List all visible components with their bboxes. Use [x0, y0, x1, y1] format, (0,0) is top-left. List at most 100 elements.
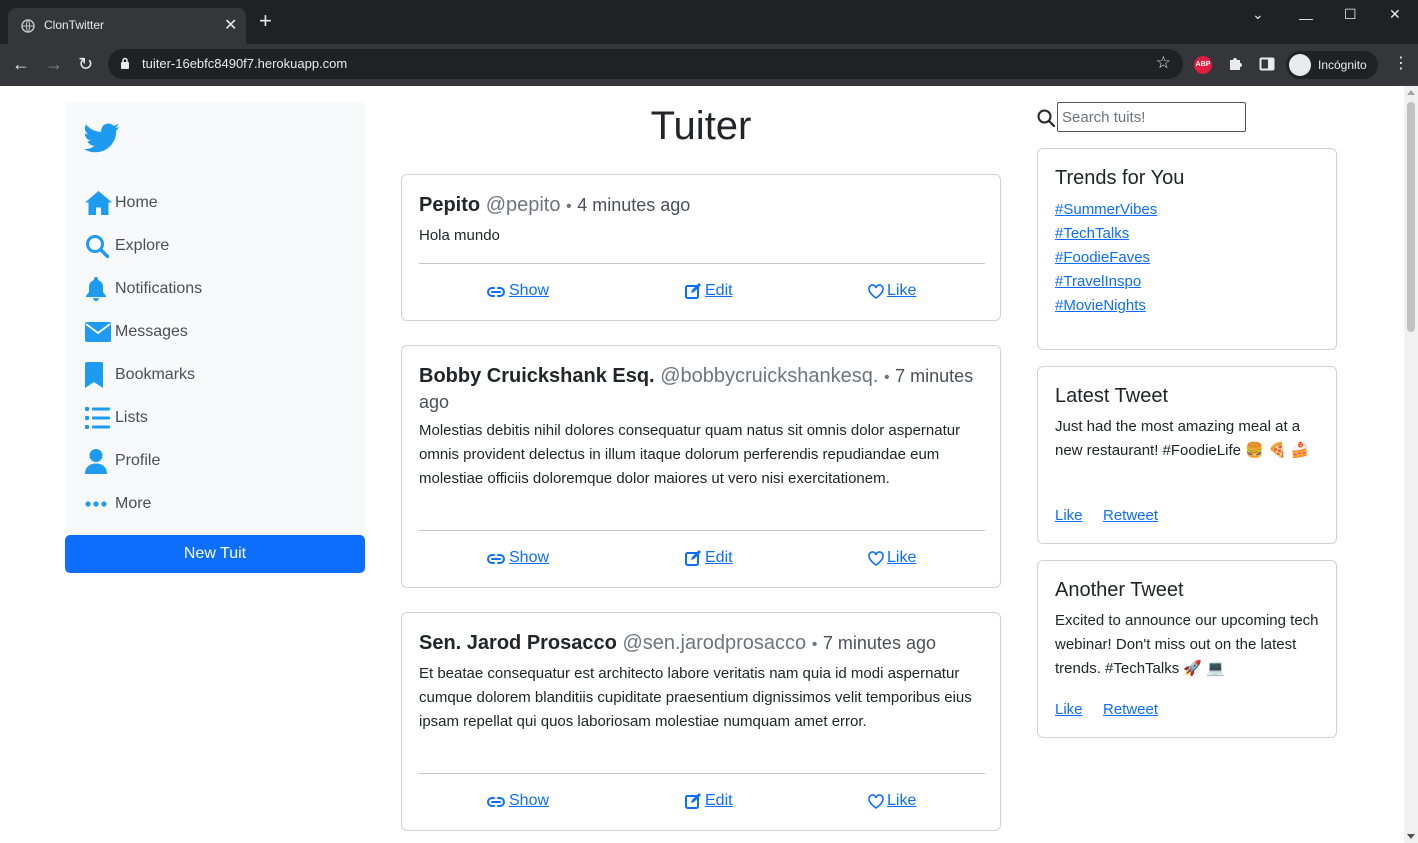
sidebar-item-label: Lists: [115, 409, 148, 426]
heart-icon: [868, 793, 884, 809]
menu-kebab-icon[interactable]: ⋮: [1393, 53, 1409, 75]
show-link[interactable]: Show: [486, 792, 549, 810]
sidebar-item-profile[interactable]: Profile: [85, 446, 160, 476]
search-icon: [86, 235, 109, 258]
back-icon[interactable]: ←: [12, 53, 30, 75]
sidebar-item-label: Profile: [115, 452, 161, 469]
scroll-up-arrow-icon[interactable]: [1407, 90, 1415, 95]
latest-tweet-card: Latest Tweet Just had the most amazing m…: [1037, 366, 1337, 544]
maximize-icon[interactable]: ☐: [1344, 6, 1357, 23]
scrollbar-thumb[interactable]: [1407, 102, 1415, 332]
edit-icon: [685, 793, 701, 809]
trend-link[interactable]: #MovieNights: [1055, 297, 1146, 314]
more-icon: [85, 501, 107, 507]
tuit-handle: @bobbycruickshankesq.: [660, 365, 879, 387]
sidebar-item-messages[interactable]: Messages: [85, 317, 188, 347]
latest-tweet-text: Just had the most amazing meal at a new …: [1055, 418, 1310, 459]
page-scrollbar[interactable]: [1404, 86, 1418, 843]
page-content: Home Explore Notifications Messages Book…: [0, 86, 1404, 843]
reload-icon[interactable]: ↻: [78, 53, 93, 75]
list-icon: [85, 407, 110, 429]
browser-tab[interactable]: ClonTwitter ✕: [8, 8, 246, 44]
sidebar-item-more[interactable]: More: [85, 489, 151, 519]
link-icon: [487, 287, 505, 297]
tuit-author: Pepito: [419, 194, 481, 216]
search-input[interactable]: [1057, 102, 1246, 132]
sidebar-item-home[interactable]: Home: [85, 188, 158, 218]
like-link[interactable]: Like: [868, 792, 916, 810]
tuit-separator: •: [566, 198, 572, 215]
edit-link[interactable]: Edit: [685, 792, 733, 810]
like-link[interactable]: Like: [868, 282, 916, 300]
trend-link[interactable]: #SummerVibes: [1055, 201, 1157, 218]
tuit-separator: •: [811, 636, 818, 653]
forward-icon[interactable]: →: [45, 53, 63, 75]
edit-icon: [685, 550, 701, 566]
tuit-divider: [419, 773, 985, 774]
sidebar-item-lists[interactable]: Lists: [85, 403, 148, 433]
heart-icon: [868, 283, 884, 299]
retweet-link[interactable]: Retweet: [1103, 701, 1158, 718]
close-window-icon[interactable]: ✕: [1389, 6, 1401, 23]
tuit-time: 7 minutes ago: [822, 633, 936, 653]
sidebar-item-label: Notifications: [115, 280, 203, 297]
browser-toolbar: ← → ↻ tuiter-16ebfc8490f7.herokuapp.com …: [0, 44, 1418, 86]
close-tab-icon[interactable]: ✕: [224, 15, 237, 35]
person-icon: [85, 448, 107, 474]
sidebar: Home Explore Notifications Messages Book…: [65, 102, 365, 535]
show-link[interactable]: Show: [486, 282, 549, 300]
puzzle-icon[interactable]: [1227, 56, 1243, 72]
trend-link[interactable]: #TechTalks: [1055, 225, 1129, 242]
tuit-divider: [419, 530, 985, 531]
show-label: Show: [509, 792, 550, 809]
show-label: Show: [509, 282, 550, 299]
retweet-link[interactable]: Retweet: [1103, 507, 1158, 524]
sidebar-item-label: Messages: [115, 323, 188, 340]
globe-icon: [21, 19, 35, 33]
new-tab-icon[interactable]: +: [259, 10, 272, 32]
new-tuit-button[interactable]: New Tuit: [65, 535, 365, 573]
bookmark-star-icon[interactable]: ☆: [1156, 53, 1171, 73]
adblock-extension-icon[interactable]: ABP: [1194, 56, 1212, 74]
edit-link[interactable]: Edit: [685, 282, 733, 300]
show-label: Show: [509, 549, 550, 566]
tuit-header: Bobby Cruickshank Esq. @bobbycruickshank…: [419, 364, 985, 415]
address-bar[interactable]: tuiter-16ebfc8490f7.herokuapp.com ☆: [108, 49, 1183, 79]
minimize-icon[interactable]: —: [1299, 10, 1313, 26]
chevron-down-icon[interactable]: ⌄: [1252, 6, 1264, 23]
like-link[interactable]: Like: [1055, 507, 1083, 524]
like-label: Like: [887, 792, 917, 809]
another-tweet-text: Excited to announce our upcoming tech we…: [1055, 612, 1319, 677]
envelope-icon: [85, 322, 111, 342]
tab-title: ClonTwitter: [44, 18, 105, 32]
sidebar-item-label: More: [115, 495, 152, 512]
browser-tab-bar: ClonTwitter ✕ + ⌄ — ☐ ✕: [0, 0, 1418, 44]
incognito-profile-button[interactable]: Incógnito: [1286, 51, 1378, 79]
twitter-logo-icon[interactable]: [82, 120, 122, 156]
another-tweet-title: Another Tweet: [1055, 579, 1184, 601]
show-link[interactable]: Show: [486, 549, 549, 567]
page-title: Tuiter: [650, 104, 752, 148]
side-panel-icon[interactable]: [1259, 56, 1275, 72]
tuit-card: Bobby Cruickshank Esq. @bobbycruickshank…: [401, 345, 1001, 588]
tuit-handle: @sen.jarodprosacco: [622, 632, 807, 654]
sidebar-item-notifications[interactable]: Notifications: [85, 274, 202, 304]
sidebar-item-label: Explore: [115, 237, 170, 254]
scroll-down-arrow-icon[interactable]: [1407, 834, 1415, 839]
sidebar-item-bookmarks[interactable]: Bookmarks: [85, 360, 195, 390]
trend-link[interactable]: #FoodieFaves: [1055, 249, 1150, 266]
edit-link[interactable]: Edit: [685, 549, 733, 567]
sidebar-item-explore[interactable]: Explore: [85, 231, 169, 261]
like-link[interactable]: Like: [1055, 701, 1083, 718]
like-link[interactable]: Like: [868, 549, 916, 567]
tuit-card: Sen. Jarod Prosacco @sen.jarodprosacco •…: [401, 612, 1001, 831]
sidebar-item-label: Bookmarks: [115, 366, 196, 383]
trend-link[interactable]: #TravelInspo: [1055, 273, 1141, 290]
edit-label: Edit: [705, 282, 733, 299]
tuit-divider: [419, 263, 985, 264]
bell-icon: [86, 277, 106, 301]
sidebar-item-label: Home: [115, 194, 158, 211]
incognito-icon: [1289, 54, 1311, 76]
tuit-content: Molestias debitis nihil dolores consequa…: [419, 422, 961, 487]
tuit-time: 4 minutes ago: [577, 195, 691, 215]
